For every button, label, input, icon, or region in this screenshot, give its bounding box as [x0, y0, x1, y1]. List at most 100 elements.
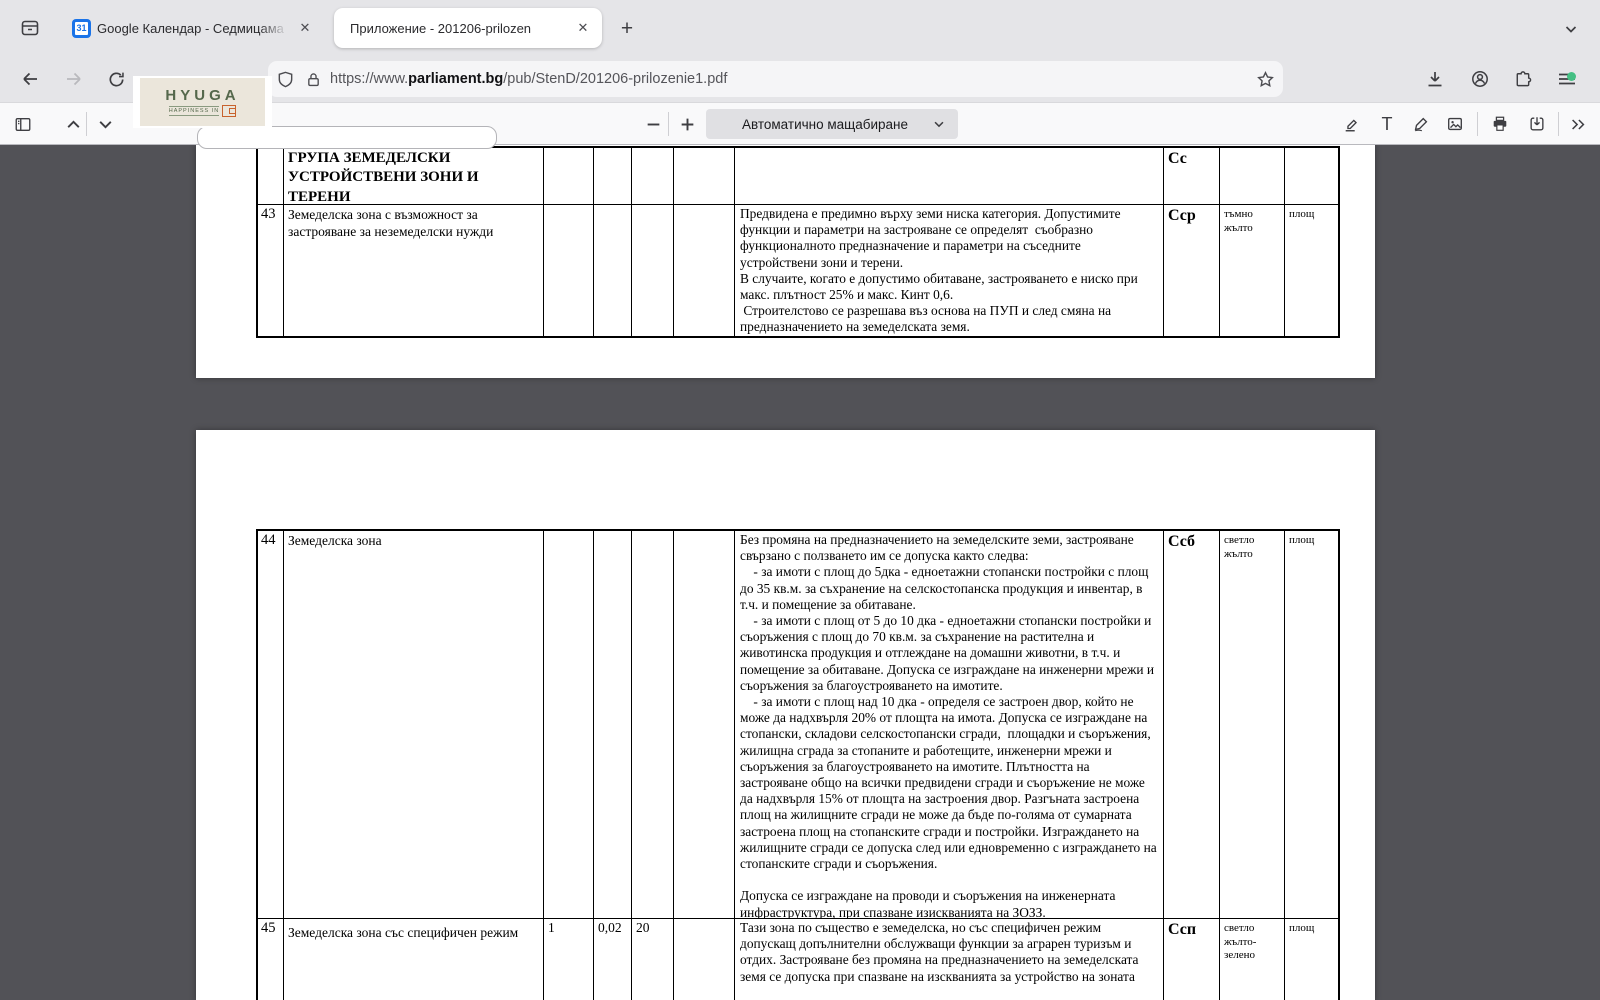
chevron-down-icon: [932, 117, 946, 131]
hyuga-house-icon: [222, 105, 236, 117]
chevron-up-icon: [65, 116, 82, 133]
cell-param3: 20: [632, 919, 674, 1000]
print-button[interactable]: [1485, 109, 1515, 139]
lock-icon[interactable]: [305, 71, 322, 88]
browser-window: 31 Google Календар - Седмицама ✕ Приложе…: [0, 0, 1600, 1000]
reload-icon: [107, 70, 126, 89]
cell-param4: [674, 919, 735, 1000]
plus-icon: [679, 116, 696, 133]
cell-zone-name: Земеделска зона с възможност за застрояв…: [284, 205, 544, 336]
reload-button[interactable]: [100, 63, 132, 95]
drag-ghost-outline: [197, 126, 497, 149]
tab-title: Google Календар - Седмицама: [97, 21, 290, 36]
hamburger-menu-icon: [1556, 69, 1578, 89]
url-text: https://www.parliament.bg/pub/StenD/2012…: [330, 71, 1256, 87]
archive-box-icon: [19, 17, 41, 39]
pdf-page-1: ГРУПА ЗЕМЕДЕЛСКИ УСТРОЙСТВЕНИ ЗОНИ И ТЕР…: [196, 145, 1375, 378]
download-icon: [1425, 69, 1445, 89]
cell-area-label: [1285, 148, 1338, 204]
cell-map-color: светло жълто-зелено: [1220, 919, 1285, 1000]
cell-zone-name: Земеделска зона със специфичен режим: [284, 919, 544, 1000]
google-calendar-icon: 31: [72, 19, 91, 38]
cell-number: 45: [258, 919, 284, 1000]
bookmark-star-icon[interactable]: [1256, 70, 1275, 89]
table-row-44: 44 Земеделска зона Без промяна на предна…: [258, 531, 1338, 919]
menu-button[interactable]: [1550, 63, 1584, 95]
zoom-in-button[interactable]: [672, 109, 702, 139]
highlighter-icon: [1343, 114, 1361, 134]
cell-zone-name: ГРУПА ЗЕМЕДЕЛСКИ УСТРОЙСТВЕНИ ЗОНИ И ТЕР…: [284, 148, 544, 204]
save-button[interactable]: [1522, 109, 1552, 139]
url-bar[interactable]: https://www.parliament.bg/pub/StenD/2012…: [268, 61, 1283, 97]
table-row-group-header: ГРУПА ЗЕМЕДЕЛСКИ УСТРОЙСТВЕНИ ЗОНИ И ТЕР…: [258, 148, 1338, 205]
cell-param1: [544, 205, 594, 336]
pdf-page-2: 44 Земеделска зона Без промяна на предна…: [196, 430, 1375, 1000]
previous-page-button[interactable]: [58, 109, 88, 139]
cell-param2: 0,02: [594, 919, 632, 1000]
pdf-sidebar-toggle-button[interactable]: [8, 109, 38, 139]
tab-pdf-active[interactable]: Приложение - 201206-prilozen ✕: [334, 8, 602, 48]
cell-param4: [674, 148, 735, 204]
close-tab-icon[interactable]: ✕: [574, 19, 592, 37]
cell-param2: [594, 148, 632, 204]
puzzle-piece-icon: [1513, 69, 1533, 89]
zoom-mode-select[interactable]: Автоматично мащабиране: [706, 109, 958, 139]
cell-zone-code: Ссп: [1164, 919, 1220, 1000]
tab-list-button[interactable]: [1556, 14, 1586, 44]
pdf-content-area[interactable]: ГРУПА ЗЕМЕДЕЛСКИ УСТРОЙСТВЕНИ ЗОНИ И ТЕР…: [0, 145, 1600, 1000]
cell-zone-code: Сс: [1164, 148, 1220, 204]
hyuga-brand-text: HYUGA: [165, 88, 239, 104]
new-tab-button[interactable]: +: [612, 14, 642, 44]
sidebar-icon: [14, 114, 32, 135]
cell-param1: [544, 531, 594, 918]
cell-param1: 1: [544, 919, 594, 1000]
pen-icon: [1412, 114, 1430, 134]
save-icon: [1528, 114, 1546, 134]
shield-icon[interactable]: [276, 70, 295, 89]
downloads-button[interactable]: [1418, 63, 1452, 95]
account-button[interactable]: [1463, 63, 1497, 95]
cell-map-color: [1220, 148, 1285, 204]
divider: [1558, 112, 1559, 136]
cell-description: Без промяна на предназначението на земед…: [735, 531, 1164, 918]
zoom-out-button[interactable]: [638, 109, 668, 139]
cell-param3: [632, 531, 674, 918]
cell-param2: [594, 205, 632, 336]
account-icon: [1470, 69, 1490, 89]
cell-zone-name: Земеделска зона: [284, 531, 544, 918]
cell-map-color: светло жълто: [1220, 531, 1285, 918]
back-button[interactable]: [14, 63, 46, 95]
minus-icon: [645, 116, 662, 133]
text-tool-button[interactable]: T: [1372, 109, 1402, 139]
cell-number: 43: [258, 205, 284, 336]
next-page-button[interactable]: [90, 109, 120, 139]
cell-zone-code: Сср: [1164, 205, 1220, 336]
table-row-45: 45 Земеделска зона със специфичен режим …: [258, 919, 1338, 1000]
tab-google-calendar[interactable]: 31 Google Календар - Седмицама ✕: [62, 8, 324, 48]
forward-button[interactable]: [58, 63, 90, 95]
image-icon: [1446, 114, 1464, 134]
cell-param2: [594, 531, 632, 918]
close-tab-icon[interactable]: ✕: [296, 19, 314, 37]
cell-description: [735, 148, 1164, 204]
cell-param3: [632, 148, 674, 204]
hyuga-logo: HYUGA HAPPINESS IN: [140, 78, 265, 126]
extensions-button[interactable]: [1506, 63, 1540, 95]
back-arrow-icon: [20, 69, 40, 89]
table-row-43: 43 Земеделска зона с възможност за застр…: [258, 205, 1338, 337]
double-chevron-right-icon: [1569, 115, 1587, 134]
cell-param4: [674, 531, 735, 918]
cell-param1: [544, 148, 594, 204]
text-tool-icon: T: [1382, 114, 1393, 135]
add-image-button[interactable]: [1440, 109, 1470, 139]
cell-map-color: тъмно жълто: [1220, 205, 1285, 336]
cell-description: Тази зона по същество е земеделска, но с…: [735, 919, 1164, 1000]
tab-title: Приложение - 201206-prilozen: [350, 21, 568, 36]
chevron-down-icon: [1563, 21, 1579, 37]
tab-overview-button[interactable]: [8, 10, 52, 46]
draw-tool-button[interactable]: [1406, 109, 1436, 139]
cell-number: 44: [258, 531, 284, 918]
highlight-tool-button[interactable]: [1337, 109, 1367, 139]
divider: [668, 112, 669, 136]
more-tools-button[interactable]: [1563, 109, 1593, 139]
